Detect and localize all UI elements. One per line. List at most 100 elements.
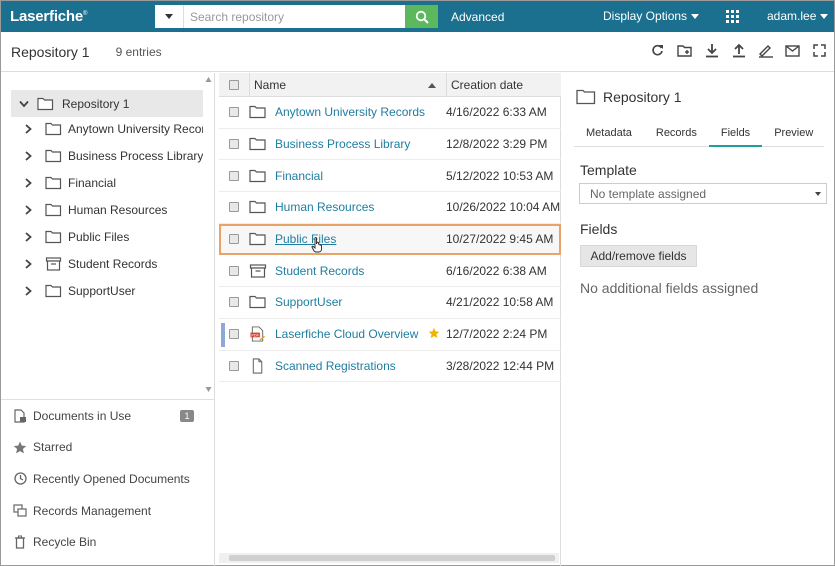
tree-item[interactable]: Business Process Library [23, 145, 203, 167]
row-checkbox[interactable] [219, 329, 249, 340]
tab-preview[interactable]: Preview [762, 125, 825, 147]
tree-item-label: Student Records [68, 257, 158, 271]
tab-metadata[interactable]: Metadata [574, 125, 644, 147]
chevron-right-icon[interactable] [23, 286, 33, 296]
table-row[interactable]: PDF Laserfiche Cloud Overview 12/7/2022 … [219, 319, 561, 351]
table-row[interactable]: Human Resources 10/26/2022 10:04 AM [219, 192, 561, 224]
table-row-selected[interactable]: Public Files 10/27/2022 9:45 AM [219, 223, 561, 256]
entry-creation-date: 10/26/2022 10:04 AM [446, 200, 561, 215]
tab-records[interactable]: Records [644, 125, 709, 147]
scrollbar-thumb[interactable] [229, 555, 555, 561]
nav-label: Records Management [33, 503, 152, 518]
entry-name-link[interactable]: Anytown University Records [267, 105, 442, 119]
entry-creation-date: 5/12/2022 10:53 AM [446, 168, 554, 183]
app-launcher-icon[interactable] [726, 10, 739, 23]
expand-icon[interactable] [811, 42, 828, 59]
tree-item-label: Public Files [68, 230, 130, 244]
nav-starred[interactable]: Starred [1, 432, 214, 464]
tree-scrollbar[interactable] [203, 73, 214, 393]
nav-recycle-bin[interactable]: Recycle Bin [1, 526, 214, 558]
tree-item[interactable]: Public Files [23, 226, 129, 248]
tree-item[interactable]: Financial [23, 172, 116, 194]
tree-root-repository[interactable]: Repository 1 [11, 90, 203, 117]
chevron-right-icon[interactable] [23, 124, 33, 134]
chevron-right-icon[interactable] [23, 259, 33, 269]
nav-recently-opened[interactable]: Recently Opened Documents [1, 463, 214, 495]
row-checkbox[interactable] [219, 170, 249, 181]
tree-item[interactable]: Anytown University Records [23, 118, 203, 140]
row-checkbox[interactable] [219, 202, 249, 213]
chevron-down-icon[interactable] [19, 100, 29, 108]
entry-name-link[interactable]: Business Process Library [267, 137, 442, 151]
advanced-search-link[interactable]: Advanced [451, 10, 504, 24]
star-icon[interactable] [428, 327, 440, 339]
table-row[interactable]: Anytown University Records 4/16/2022 6:3… [219, 97, 561, 129]
template-select-value: No template assigned [590, 186, 707, 201]
column-header-name[interactable]: Name [249, 72, 446, 97]
table-row[interactable]: Business Process Library 12/8/2022 3:29 … [219, 129, 561, 161]
trash-icon [13, 535, 27, 549]
hand-cursor-icon [311, 236, 322, 253]
laserfiche-logo[interactable]: Laserfiche® [10, 8, 155, 25]
tree-item-label: Business Process Library [68, 149, 203, 163]
entry-name-link[interactable]: Laserfiche Cloud Overview [267, 327, 442, 341]
column-header-label: Creation date [451, 77, 524, 92]
tree-item[interactable]: SupportUser [23, 280, 135, 302]
records-folder-icon [249, 264, 267, 278]
search-icon [415, 10, 429, 24]
chevron-right-icon[interactable] [23, 205, 33, 215]
search-button[interactable] [405, 5, 438, 28]
details-panel: Repository 1 Metadata Records Fields Pre… [564, 73, 834, 566]
entry-name-link[interactable]: Student Records [267, 264, 442, 278]
user-menu[interactable]: adam.lee [767, 9, 829, 23]
list-rows: Anytown University Records 4/16/2022 6:3… [219, 97, 561, 383]
search-scope-dropdown[interactable] [155, 5, 184, 28]
download-icon[interactable] [703, 42, 720, 59]
entry-name-link[interactable]: SupportUser [267, 295, 442, 309]
chevron-right-icon[interactable] [23, 232, 33, 242]
nav-documents-in-use[interactable]: Documents in Use 1 [1, 400, 214, 432]
select-all-checkbox[interactable] [219, 79, 249, 90]
horizontal-scrollbar[interactable] [219, 553, 559, 563]
row-checkbox[interactable] [219, 234, 249, 245]
folder-icon [45, 176, 62, 190]
row-checkbox[interactable] [219, 265, 249, 276]
new-folder-icon[interactable] [676, 42, 693, 59]
email-icon[interactable] [784, 42, 801, 59]
entry-name-link[interactable]: Public Files [267, 232, 442, 246]
row-checkbox[interactable] [219, 107, 249, 118]
row-checkbox[interactable] [219, 139, 249, 150]
upload-icon[interactable] [730, 42, 747, 59]
sign-icon[interactable] [757, 42, 774, 59]
table-row[interactable]: SupportUser 4/21/2022 10:58 AM [219, 287, 561, 319]
folder-icon [249, 106, 266, 119]
tree-item[interactable]: Student Records [23, 253, 157, 275]
tree-item-label: SupportUser [68, 284, 136, 298]
tree-item[interactable]: Human Resources [23, 199, 167, 221]
table-row[interactable]: Scanned Registrations 3/28/2022 12:44 PM [219, 351, 561, 383]
svg-text:PDF: PDF [251, 334, 259, 338]
chevron-right-icon[interactable] [23, 151, 33, 161]
folder-tree: Repository 1 Anytown University Records … [1, 73, 203, 391]
table-row[interactable]: Financial 5/12/2022 10:53 AM [219, 160, 561, 193]
table-row[interactable]: Student Records 6/16/2022 6:38 AM [219, 255, 561, 288]
column-header-creation-date[interactable]: Creation date [446, 72, 524, 97]
add-remove-fields-button[interactable]: Add/remove fields [580, 245, 697, 267]
chevron-down-icon [820, 13, 829, 19]
sort-ascending-icon [428, 82, 436, 88]
chevron-right-icon[interactable] [23, 178, 33, 188]
entry-creation-date: 12/7/2022 2:24 PM [446, 327, 548, 342]
entry-name-link[interactable]: Financial [267, 169, 442, 183]
refresh-icon[interactable] [649, 42, 666, 59]
row-checkbox[interactable] [219, 360, 249, 371]
entry-creation-date: 12/8/2022 3:29 PM [446, 137, 548, 152]
entry-name-link[interactable]: Scanned Registrations [267, 359, 442, 373]
search-input[interactable] [184, 5, 405, 28]
template-select[interactable]: No template assigned [579, 183, 827, 204]
display-options-menu[interactable]: Display Options [603, 9, 700, 23]
entry-name-link[interactable]: Human Resources [267, 200, 442, 214]
row-checkbox[interactable] [219, 297, 249, 308]
pdf-icon: PDF [250, 326, 266, 342]
nav-records-management[interactable]: Records Management [1, 495, 214, 527]
tab-fields[interactable]: Fields [708, 125, 763, 147]
